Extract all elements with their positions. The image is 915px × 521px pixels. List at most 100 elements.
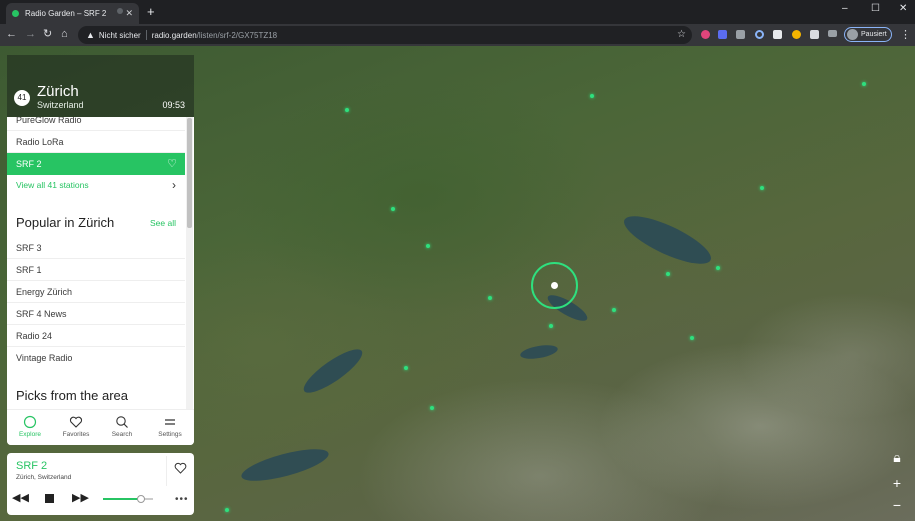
- warning-icon[interactable]: ▲: [86, 30, 95, 40]
- station-panel: PureGlow Radio Radio LoRa SRF 2 ♡ View a…: [7, 117, 194, 445]
- station-dot[interactable]: [862, 82, 866, 86]
- search-icon: [116, 416, 128, 428]
- browser-tab-bar: Radio Garden – SRF 2 ✕ + – ☐ ✕: [0, 0, 915, 24]
- new-tab-button[interactable]: +: [147, 5, 155, 18]
- not-secure-label[interactable]: Nicht sicher: [99, 31, 141, 40]
- maximize-button[interactable]: ☐: [871, 3, 880, 14]
- extension-icon[interactable]: [701, 30, 710, 39]
- explore-icon: [23, 415, 37, 429]
- lake: [618, 207, 717, 273]
- list-item[interactable]: Radio LoRa: [7, 131, 185, 153]
- station-dot[interactable]: [549, 324, 553, 328]
- zoom-in-icon[interactable]: +: [887, 473, 907, 493]
- extension-icon[interactable]: [718, 30, 727, 39]
- extension-icon[interactable]: [736, 30, 745, 39]
- station-dot[interactable]: [404, 366, 408, 370]
- more-options-icon[interactable]: •••: [175, 494, 189, 505]
- close-window-button[interactable]: ✕: [899, 3, 907, 14]
- list-item[interactable]: Radio 24: [7, 325, 185, 347]
- view-all-stations-link[interactable]: View all 41 stations ›: [7, 174, 185, 196]
- station-dot[interactable]: [690, 336, 694, 340]
- station-dot[interactable]: [426, 244, 430, 248]
- station-dot[interactable]: [391, 207, 395, 211]
- tab-label: Explore: [18, 431, 42, 438]
- station-dot[interactable]: [666, 272, 670, 276]
- local-time: 09:53: [162, 100, 185, 110]
- favorite-heart-icon[interactable]: ♡: [167, 153, 177, 175]
- forward-icon[interactable]: →: [25, 28, 36, 41]
- station-dot[interactable]: [760, 186, 764, 190]
- list-item[interactable]: Vintage Radio: [7, 347, 185, 369]
- station-label: Energy Zürich: [16, 287, 73, 297]
- station-dot[interactable]: [430, 406, 434, 410]
- extension-icon[interactable]: [792, 30, 801, 39]
- extension-icon[interactable]: [755, 30, 764, 39]
- volume-slider[interactable]: [103, 495, 153, 503]
- list-item-active[interactable]: SRF 2 ♡: [7, 153, 185, 175]
- station-label: PureGlow Radio: [16, 117, 82, 125]
- tab-audio-indicator-icon: [117, 8, 123, 14]
- profile-button[interactable]: Pausiert: [844, 27, 892, 42]
- city-name: Zürich: [37, 83, 79, 100]
- browser-toolbar: ← → ↻ ⌂ ▲ Nicht sicher radio.garden /lis…: [0, 24, 915, 46]
- back-icon[interactable]: ←: [6, 28, 17, 41]
- see-all-link[interactable]: See all: [150, 218, 176, 228]
- picks-section-title: Picks from the area: [16, 388, 128, 403]
- lake: [298, 342, 368, 400]
- stop-button[interactable]: [45, 494, 54, 503]
- url-host: radio.garden: [151, 30, 197, 40]
- extension-icon[interactable]: [773, 30, 782, 39]
- tab-label: Settings: [158, 431, 182, 438]
- station-dot[interactable]: [590, 94, 594, 98]
- station-dot[interactable]: [345, 108, 349, 112]
- tab-settings[interactable]: Settings: [147, 410, 193, 445]
- station-label: SRF 4 News: [16, 309, 67, 319]
- scrollbar[interactable]: [186, 117, 193, 409]
- list-item[interactable]: Energy Zürich: [7, 281, 185, 303]
- zoom-out-icon[interactable]: −: [887, 495, 907, 515]
- list-item[interactable]: SRF 3: [7, 237, 185, 259]
- list-item[interactable]: SRF 1: [7, 259, 185, 281]
- tab-search[interactable]: Search: [99, 410, 145, 445]
- location-header: 41 Zürich Switzerland 09:53: [7, 55, 194, 117]
- omnibox-divider: [145, 30, 147, 40]
- scrollbar-thumb[interactable]: [187, 118, 192, 228]
- lake: [519, 342, 559, 362]
- tab-close-icon[interactable]: ✕: [125, 8, 133, 19]
- list-item[interactable]: PureGlow Radio: [7, 117, 185, 131]
- browser-menu-icon[interactable]: ⋮: [900, 28, 911, 41]
- station-label: Radio LoRa: [16, 137, 64, 147]
- selected-station-marker[interactable]: [531, 262, 578, 309]
- lock-icon[interactable]: 🔒︎: [887, 447, 907, 467]
- home-icon[interactable]: ⌂: [61, 28, 68, 41]
- extensions-puzzle-icon[interactable]: [810, 30, 819, 39]
- now-playing-station[interactable]: SRF 2: [16, 460, 47, 472]
- list-item[interactable]: SRF 4 News: [7, 303, 185, 325]
- avatar: [847, 29, 858, 40]
- station-dot[interactable]: [716, 266, 720, 270]
- station-list[interactable]: PureGlow Radio Radio LoRa SRF 2 ♡ View a…: [7, 117, 185, 409]
- country-name: Switzerland: [37, 100, 84, 110]
- bottom-nav: Explore Favorites Search Settings: [7, 409, 194, 445]
- settings-icon: [165, 419, 175, 425]
- tab-explore[interactable]: Explore: [7, 410, 53, 445]
- station-label: Vintage Radio: [16, 353, 73, 363]
- now-playing-bar: SRF 2 Zürich, Switzerland ◀◀ ▶▶ •••: [7, 453, 194, 515]
- bookmark-star-icon[interactable]: ☆: [677, 29, 686, 40]
- chevron-right-icon: ›: [172, 178, 176, 192]
- tab-title: Radio Garden – SRF 2: [25, 9, 107, 18]
- station-dot[interactable]: [225, 508, 229, 512]
- tab-favorites[interactable]: Favorites: [53, 410, 99, 445]
- minimize-button[interactable]: –: [842, 3, 848, 14]
- rewind-button[interactable]: ◀◀: [12, 493, 29, 504]
- address-bar[interactable]: ▲ Nicht sicher radio.garden /listen/srf-…: [78, 26, 692, 44]
- favorite-heart-icon[interactable]: [174, 462, 187, 474]
- volume-knob[interactable]: [136, 495, 145, 503]
- media-control-icon[interactable]: [828, 30, 837, 37]
- reload-icon[interactable]: ↻: [43, 28, 52, 41]
- station-label: Radio 24: [16, 331, 53, 341]
- fast-forward-button[interactable]: ▶▶: [72, 493, 89, 504]
- station-dot[interactable]: [488, 296, 492, 300]
- station-dot[interactable]: [612, 308, 616, 312]
- tab-label: Favorites: [62, 431, 90, 438]
